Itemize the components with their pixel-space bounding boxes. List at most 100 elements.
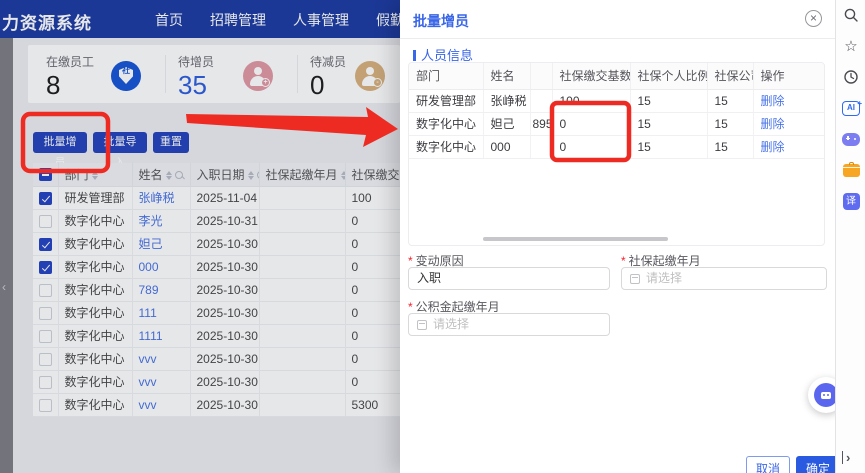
col-header-name: 姓名 — [483, 63, 531, 90]
star-icon[interactable]: ☆ — [842, 37, 860, 55]
row-checkbox[interactable] — [39, 191, 52, 205]
reset-button[interactable]: 重置 — [153, 132, 189, 153]
employee-table: 部门 姓名 入职日期 社保起缴年月 社保缴交基数 研发管理部张峥税 2025-1… — [33, 163, 401, 417]
confirm-button[interactable]: 确定 — [796, 456, 840, 473]
horizontal-scrollbar[interactable] — [483, 237, 668, 241]
row-checkbox[interactable] — [39, 329, 52, 343]
fund-start-datepicker[interactable]: 请选择 — [408, 313, 610, 336]
col-header-base: 社保缴交基数 — [552, 63, 631, 90]
calendar-icon — [417, 319, 427, 330]
search-icon[interactable] — [174, 170, 185, 181]
table-row: 研发管理部 张峥税 2025-11-04 100 — [33, 186, 401, 210]
row-checkbox[interactable] — [39, 214, 52, 228]
nav-item-recruit[interactable]: 招聘管理 — [210, 10, 266, 30]
col-header-dept: 部门 — [409, 63, 484, 90]
nav-item-hr[interactable]: 人事管理 — [293, 10, 349, 30]
row-checkbox[interactable] — [39, 283, 52, 297]
app-brand-title: 力资源系统 — [2, 14, 92, 33]
employee-name-link[interactable]: 张峥税 — [139, 191, 175, 205]
sort-icon[interactable] — [247, 171, 254, 181]
employee-name-link[interactable]: 000 — [139, 260, 159, 274]
table-row: 数字化中心 111 2025-10-30 0 — [33, 301, 401, 325]
rail-expand-handle[interactable]: › — [842, 451, 850, 464]
col-header-action: 操作 — [753, 63, 824, 90]
annotation-arrow — [186, 107, 398, 147]
social-shield-icon: 社 — [111, 61, 141, 91]
employee-name-link[interactable]: vvv — [139, 375, 157, 389]
ai-assistant-icon[interactable]: AI + — [842, 99, 862, 117]
batch-add-button[interactable]: 批量增员 — [33, 132, 87, 169]
stat-label: 待增员 — [178, 55, 215, 69]
row-checkbox[interactable] — [39, 398, 52, 412]
employee-name-link[interactable]: vvv — [139, 352, 157, 366]
stat-active-employees: 在缴员工 8 — [46, 53, 94, 100]
table-header-row: 部门 姓名 社保缴交基数 社保个人比例 社保公司 操作 — [409, 63, 824, 90]
history-clock-icon[interactable] — [842, 68, 860, 86]
stat-pending-remove: 待减员 0 — [310, 53, 346, 100]
table-row: 数字化中心 000 0 15 15 删除 — [409, 135, 824, 159]
col-header-start-month[interactable]: 社保起缴年月 — [259, 163, 346, 187]
drawer-title: 批量增员 — [413, 13, 469, 29]
row-checkbox[interactable] — [39, 375, 52, 389]
employee-name-link[interactable]: 789 — [139, 283, 159, 297]
stat-label: 待减员 — [310, 55, 347, 69]
stat-value: 8 — [46, 70, 61, 100]
col-header-dept[interactable]: 部门 — [58, 163, 133, 187]
table-row: 数字化中心 李光 2025-10-31 0 — [33, 209, 401, 233]
delete-link[interactable]: 删除 — [761, 94, 785, 108]
table-row: 数字化中心妲己 89576 015 15 删除 — [409, 112, 824, 136]
divider — [165, 55, 166, 93]
table-row: 数字化中心 vvv 2025-10-30 5300 — [33, 393, 401, 417]
table-row: 数字化中心 vvv 2025-10-30 0 — [33, 347, 401, 371]
col-header-name[interactable]: 姓名 — [132, 163, 191, 187]
stat-value: 0 — [310, 70, 325, 100]
batch-add-drawer: 批量增员 × 人员信息 部门 姓名 社保缴交基数 社保个人比例 社保公司 操作 — [400, 0, 844, 473]
table-row: 数字化中心 妲己 2025-10-30 0 — [33, 232, 401, 256]
row-checkbox[interactable] — [39, 237, 52, 251]
employee-name-link[interactable]: 妲己 — [139, 237, 163, 251]
hr-system-screen: 力资源系统 首页 招聘管理 人事管理 假勤管理 薪 ‹ 在缴员工 8 社 待增员… — [0, 0, 865, 473]
table-row: 数字化中心 vvv 2025-10-30 0 — [33, 370, 401, 394]
required-asterisk: * — [621, 254, 626, 268]
browser-side-rail: ☆ AI + 译 › — [835, 0, 865, 473]
delete-link[interactable]: 删除 — [761, 140, 785, 154]
col-header-clipped — [530, 63, 553, 90]
batch-import-button[interactable]: 批量导入 — [93, 132, 147, 169]
row-checkbox[interactable] — [39, 352, 52, 366]
stat-value: 35 — [178, 70, 207, 100]
search-icon[interactable] — [842, 6, 860, 24]
required-asterisk: * — [408, 254, 413, 268]
sort-icon[interactable] — [340, 171, 344, 181]
cancel-button[interactable]: 取消 — [746, 456, 790, 473]
toolbox-icon[interactable] — [842, 161, 860, 179]
calendar-icon — [630, 273, 640, 284]
row-checkbox[interactable] — [39, 306, 52, 320]
section-accent-bar — [413, 50, 416, 61]
close-icon[interactable]: × — [805, 10, 822, 27]
col-header-personal-ratio: 社保个人比例 — [630, 63, 708, 90]
employee-name-link[interactable]: vvv — [139, 398, 157, 412]
nav-item-home[interactable]: 首页 — [155, 10, 183, 30]
social-insurance-stats-card: 在缴员工 8 社 待增员 35 + 待减员 0 - — [28, 45, 400, 103]
row-checkbox[interactable] — [39, 260, 52, 274]
table-header-row: 部门 姓名 入职日期 社保起缴年月 社保缴交基数 — [33, 163, 401, 187]
delete-link[interactable]: 删除 — [761, 117, 785, 131]
reason-input[interactable]: 入职 — [408, 267, 610, 290]
employee-name-link[interactable]: 111 — [139, 306, 157, 320]
games-icon[interactable] — [842, 130, 860, 148]
col-header-base[interactable]: 社保缴交基数 — [345, 163, 401, 187]
social-start-datepicker[interactable]: 请选择 — [621, 267, 827, 290]
select-all-checkbox[interactable] — [39, 168, 52, 182]
translate-icon[interactable]: 译 — [842, 192, 860, 210]
stat-pending-add: 待增员 35 — [178, 53, 214, 100]
required-asterisk: * — [408, 300, 413, 314]
collapsed-sider-strip[interactable]: ‹ — [0, 38, 13, 473]
sort-icon[interactable] — [91, 171, 98, 181]
stat-label: 在缴员工 — [46, 55, 95, 69]
table-row: 数字化中心 1111 2025-10-30 0 — [33, 324, 401, 348]
col-header-hire-date[interactable]: 入职日期 — [190, 163, 260, 187]
employee-name-link[interactable]: 李光 — [139, 214, 163, 228]
col-header-company-ratio: 社保公司 — [707, 63, 754, 90]
employee-name-link[interactable]: 1111 — [139, 329, 163, 343]
sort-icon[interactable] — [165, 171, 172, 181]
